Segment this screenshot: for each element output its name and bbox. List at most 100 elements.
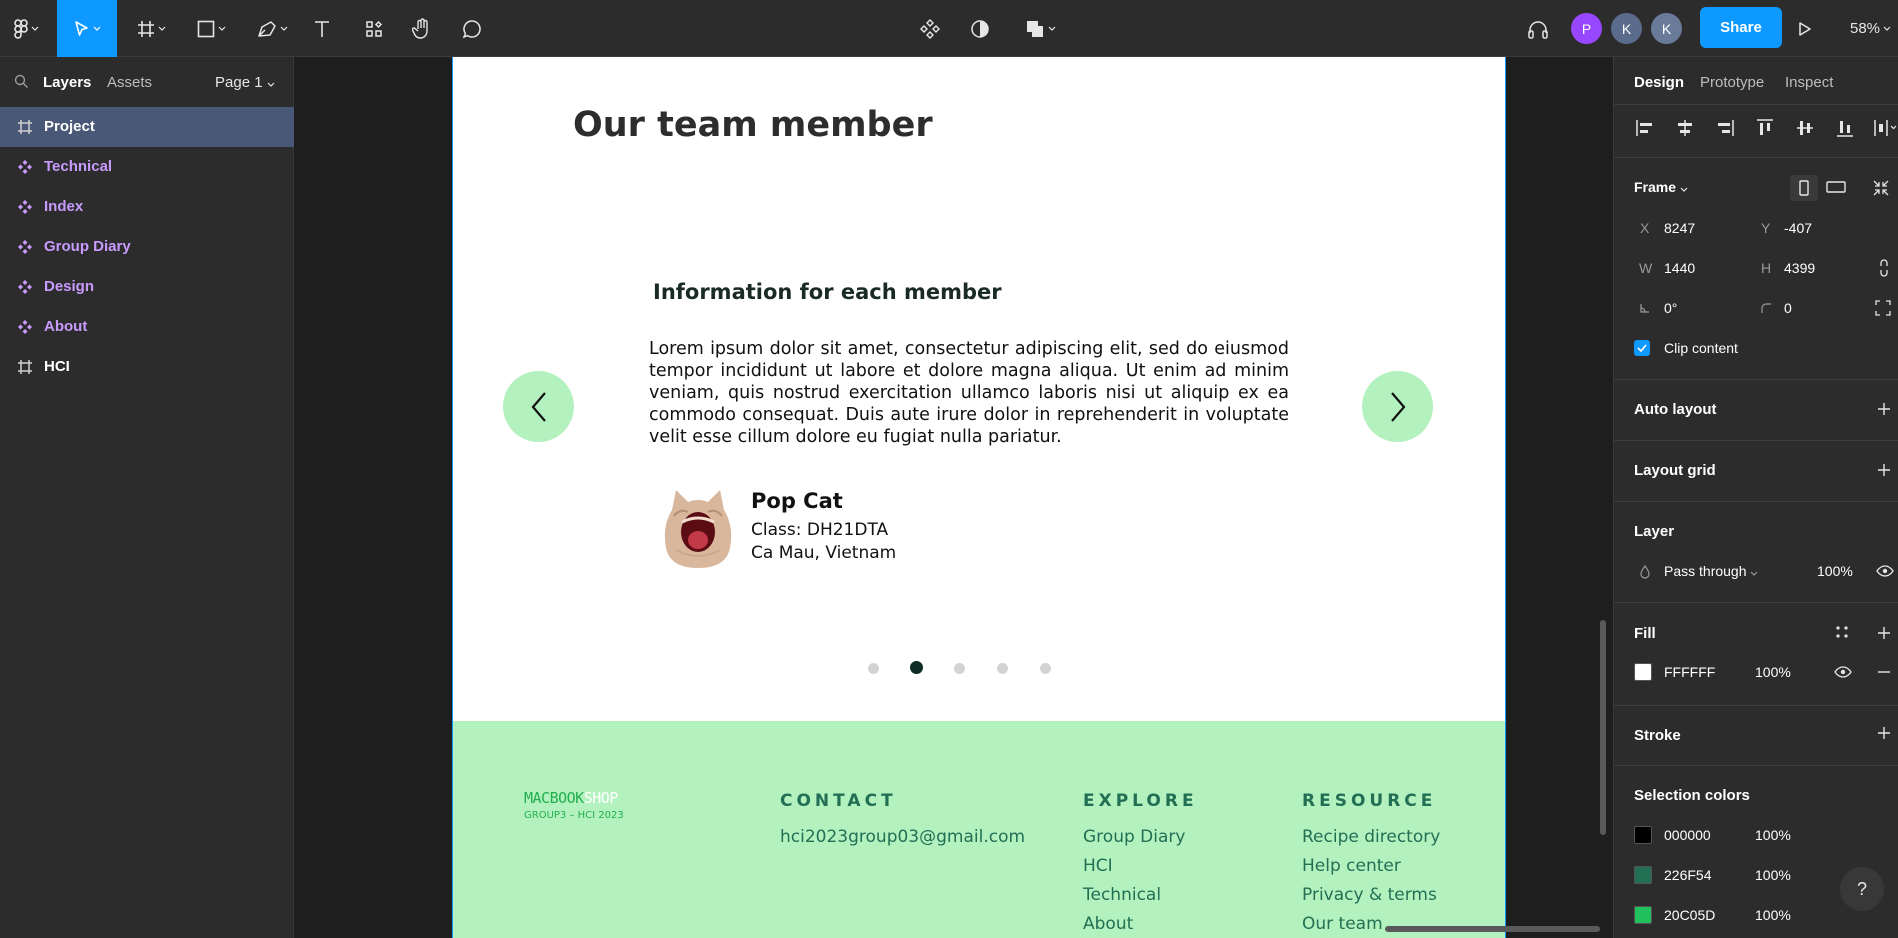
- search-icon[interactable]: [14, 74, 29, 89]
- plus-icon[interactable]: [1876, 725, 1892, 741]
- fill-swatch[interactable]: [1634, 663, 1652, 681]
- tab-design[interactable]: Design: [1634, 74, 1684, 91]
- carousel-next-button[interactable]: [1362, 371, 1433, 442]
- footer-link[interactable]: Help center: [1302, 856, 1401, 876]
- footer-link[interactable]: About: [1083, 914, 1133, 934]
- footer-link[interactable]: Group Diary: [1083, 827, 1185, 847]
- hand-tool[interactable]: [409, 0, 435, 57]
- share-button[interactable]: Share: [1700, 7, 1782, 48]
- carousel-dot[interactable]: [996, 663, 1008, 674]
- width-input[interactable]: 1440: [1664, 260, 1695, 276]
- carousel-dot[interactable]: [909, 661, 923, 674]
- resize-to-fit-icon[interactable]: [1872, 179, 1890, 197]
- resources-tool[interactable]: [362, 0, 386, 57]
- carousel-dot[interactable]: [1039, 663, 1051, 674]
- layer-item-project[interactable]: Project: [0, 107, 294, 147]
- align-left-icon[interactable]: [1634, 117, 1656, 139]
- clip-content-checkbox[interactable]: [1634, 340, 1650, 356]
- radius-input[interactable]: 0: [1784, 300, 1792, 316]
- component-button[interactable]: [918, 0, 942, 57]
- footer-link[interactable]: Our team: [1302, 914, 1383, 934]
- avatar-initial: P: [1581, 20, 1592, 37]
- y-input[interactable]: -407: [1784, 220, 1812, 236]
- eye-icon[interactable]: [1834, 665, 1852, 679]
- pen-tool[interactable]: [249, 0, 295, 57]
- constrain-proportions-icon[interactable]: [1878, 259, 1890, 277]
- selection-color-opacity[interactable]: 100%: [1755, 907, 1791, 923]
- tab-prototype[interactable]: Prototype: [1700, 74, 1764, 91]
- carousel-dot[interactable]: [867, 663, 879, 674]
- selection-color-hex[interactable]: 000000: [1664, 827, 1711, 843]
- frame-tool[interactable]: [128, 0, 174, 57]
- rotation-input[interactable]: 0°: [1664, 300, 1677, 316]
- page-selector[interactable]: Page 1: [215, 74, 275, 91]
- layer-item-hci[interactable]: HCI: [0, 347, 294, 387]
- logo-shop: SHOP: [583, 789, 619, 807]
- plus-icon[interactable]: [1876, 625, 1892, 641]
- audio-button[interactable]: [1526, 0, 1550, 57]
- carousel-prev-button[interactable]: [503, 371, 574, 442]
- selection-color-opacity[interactable]: 100%: [1755, 867, 1791, 883]
- avatar[interactable]: P: [1571, 13, 1602, 44]
- zoom-dropdown[interactable]: 58%: [1850, 0, 1891, 57]
- layer-item-group-diary[interactable]: Group Diary: [0, 227, 294, 267]
- layer-opacity-input[interactable]: 100%: [1817, 563, 1853, 579]
- align-center-v-icon[interactable]: [1794, 117, 1816, 139]
- footer-link[interactable]: Technical: [1083, 885, 1161, 905]
- selection-color-swatch[interactable]: [1634, 906, 1652, 924]
- portrait-toggle[interactable]: [1790, 175, 1818, 201]
- selection-color-opacity[interactable]: 100%: [1755, 827, 1791, 843]
- landscape-icon[interactable]: [1826, 179, 1846, 195]
- boolean-button[interactable]: [1018, 0, 1062, 57]
- frame-dropdown[interactable]: Frame: [1634, 179, 1688, 195]
- carousel-dot[interactable]: [953, 663, 965, 674]
- align-top-icon[interactable]: [1754, 117, 1776, 139]
- mask-button[interactable]: [968, 0, 992, 57]
- footer-link[interactable]: HCI: [1083, 856, 1113, 876]
- canvas-horizontal-scrollbar[interactable]: [1385, 926, 1600, 932]
- tab-inspect[interactable]: Inspect: [1785, 74, 1833, 91]
- footer-link[interactable]: Recipe directory: [1302, 827, 1440, 847]
- canvas-vertical-scrollbar[interactable]: [1600, 620, 1606, 835]
- properties-panel: Design Prototype Inspect Frame X 8247 Y …: [1613, 57, 1898, 938]
- independent-corners-icon[interactable]: [1875, 300, 1891, 316]
- comment-tool[interactable]: [459, 0, 485, 57]
- plus-icon[interactable]: [1876, 401, 1892, 417]
- project-frame[interactable]: Our team member Information for each mem…: [452, 57, 1506, 938]
- align-bottom-icon[interactable]: [1834, 117, 1856, 139]
- layer-item-technical[interactable]: Technical: [0, 147, 294, 187]
- eye-icon[interactable]: [1876, 564, 1894, 578]
- main-menu-button[interactable]: [6, 0, 46, 57]
- move-tool[interactable]: [57, 0, 117, 57]
- layout-grid-title: Layout grid: [1634, 462, 1716, 479]
- x-input[interactable]: 8247: [1664, 220, 1695, 236]
- selection-color-swatch[interactable]: [1634, 826, 1652, 844]
- avatar[interactable]: K: [1611, 13, 1642, 44]
- help-button[interactable]: ?: [1840, 867, 1884, 911]
- avatar[interactable]: K: [1651, 13, 1682, 44]
- distribute-icon[interactable]: [1872, 117, 1898, 139]
- footer-email-link[interactable]: hci2023group03@gmail.com: [780, 827, 1025, 847]
- selection-color-hex[interactable]: 20C05D: [1664, 907, 1715, 923]
- minus-icon[interactable]: [1876, 671, 1892, 673]
- height-input[interactable]: 4399: [1784, 260, 1815, 276]
- align-right-icon[interactable]: [1714, 117, 1736, 139]
- selection-color-hex[interactable]: 226F54: [1664, 867, 1711, 883]
- styles-grid-icon[interactable]: [1835, 625, 1849, 639]
- canvas[interactable]: Our team member Information for each mem…: [295, 57, 1613, 938]
- fill-opacity-input[interactable]: 100%: [1755, 664, 1791, 680]
- layer-item-about[interactable]: About: [0, 307, 294, 347]
- tab-layers[interactable]: Layers: [43, 74, 91, 91]
- present-button[interactable]: [1795, 0, 1815, 57]
- layer-item-design[interactable]: Design: [0, 267, 294, 307]
- layer-item-index[interactable]: Index: [0, 187, 294, 227]
- tab-assets[interactable]: Assets: [107, 74, 152, 91]
- footer-link[interactable]: Privacy & terms: [1302, 885, 1437, 905]
- text-tool[interactable]: [310, 0, 334, 57]
- selection-color-swatch[interactable]: [1634, 866, 1652, 884]
- align-center-h-icon[interactable]: [1674, 117, 1696, 139]
- blend-mode-dropdown[interactable]: Pass through: [1664, 563, 1758, 579]
- plus-icon[interactable]: [1876, 462, 1892, 478]
- shape-tool[interactable]: [188, 0, 234, 57]
- fill-hex-input[interactable]: FFFFFF: [1664, 664, 1715, 680]
